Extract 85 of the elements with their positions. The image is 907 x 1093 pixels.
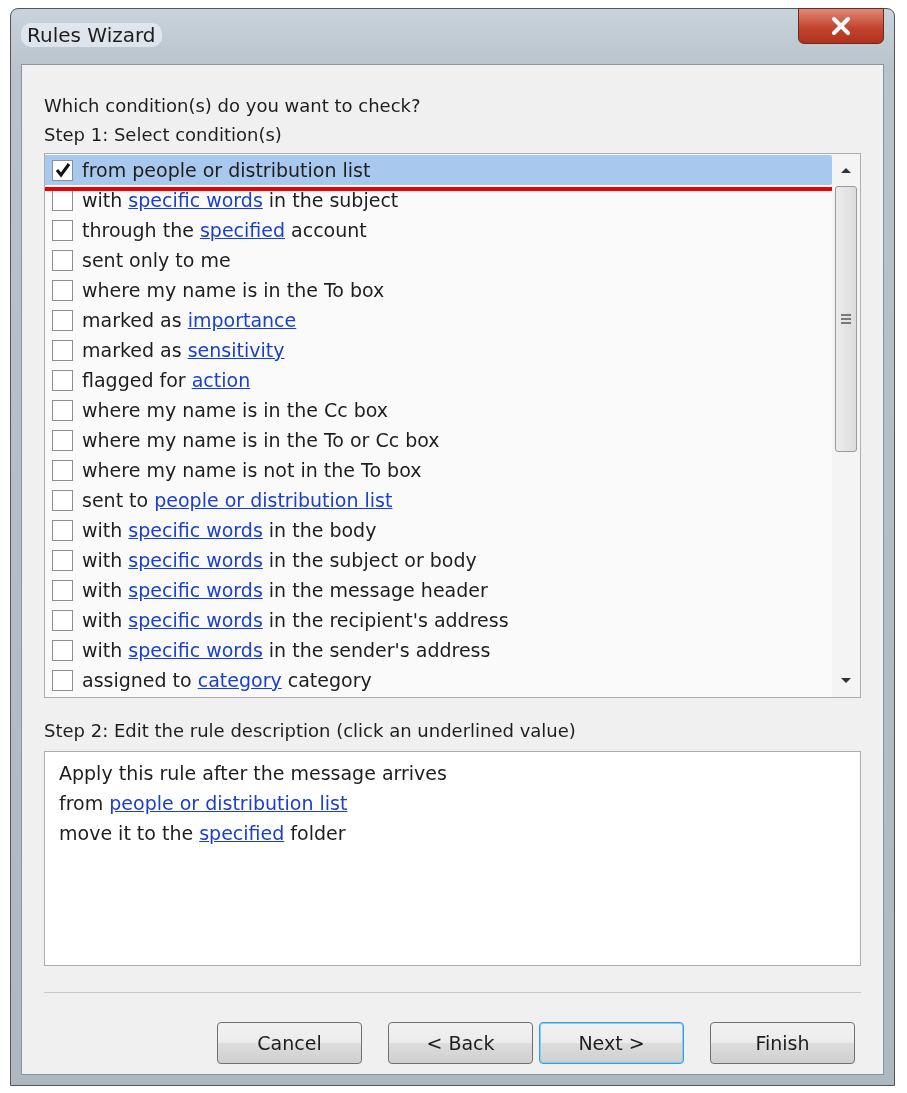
condition-item[interactable]: with specific words in the message header (49, 575, 832, 605)
checkbox[interactable] (52, 609, 73, 631)
scroll-thumb[interactable] (835, 186, 857, 452)
checkbox[interactable] (52, 459, 73, 481)
checkbox[interactable] (52, 429, 73, 451)
condition-item[interactable]: sent to people or distribution list (49, 485, 832, 515)
condition-item[interactable]: where my name is in the To box (49, 275, 832, 305)
description-line: move it to the specified folder (59, 821, 347, 846)
scroll-up-icon[interactable] (840, 166, 852, 174)
condition-item[interactable]: with specific words in the recipient's address (49, 605, 832, 635)
value-link[interactable]: specific words (128, 549, 263, 571)
condition-text: sent only to me (82, 249, 231, 271)
condition-text: with specific words in the subject or body (82, 549, 477, 571)
checkbox[interactable] (52, 219, 73, 241)
value-link[interactable]: action (191, 369, 251, 391)
scroll-down-icon[interactable] (840, 677, 852, 685)
condition-item[interactable]: with specific words in the subject or body (49, 545, 832, 575)
condition-text: with specific words in the subject (82, 189, 399, 211)
condition-item[interactable]: assigned to category category (49, 665, 832, 695)
condition-text: assigned to category category (82, 669, 372, 691)
condition-text: through the specified account (82, 219, 367, 241)
checkbox[interactable] (52, 159, 73, 181)
condition-text: where my name is in the To box (82, 279, 385, 301)
condition-text: flagged for action (82, 369, 251, 391)
checkbox[interactable] (52, 339, 73, 361)
condition-item[interactable]: through the specified account (49, 215, 832, 245)
checkbox[interactable] (52, 309, 73, 331)
condition-text: marked as sensitivity (82, 339, 285, 361)
condition-text: where my name is in the To or Cc box (82, 429, 440, 451)
close-button[interactable] (798, 8, 884, 44)
dialog-button[interactable]: Finish (710, 1022, 855, 1064)
checkbox[interactable] (52, 669, 73, 691)
dialog-button[interactable]: Cancel (217, 1022, 362, 1064)
value-link[interactable]: specific words (128, 189, 263, 211)
step-label: Step 2: Edit the rule description (click an underlined value) (44, 719, 577, 743)
condition-text: with specific words in the message header (82, 579, 488, 601)
checkbox[interactable] (52, 519, 73, 541)
checkbox[interactable] (52, 369, 73, 391)
grip-icon (840, 313, 852, 325)
window-title: Rules Wizard (21, 23, 162, 47)
condition-item[interactable]: flagged for action (49, 365, 832, 395)
value-link[interactable]: importance (187, 309, 297, 331)
dialog-button[interactable]: Next > (539, 1022, 684, 1064)
value-link[interactable]: specified (199, 219, 285, 241)
value-link[interactable]: specific words (128, 609, 263, 631)
checkbox[interactable] (52, 279, 73, 301)
condition-item[interactable]: where my name is in the To or Cc box (49, 425, 832, 455)
value-link[interactable]: people or distribution list (154, 489, 393, 511)
value-link[interactable]: specific words (128, 579, 263, 601)
condition-text: marked as importance (82, 309, 297, 331)
value-link[interactable]: category (197, 669, 282, 691)
description-line: from people or distribution list (59, 791, 349, 816)
checkbox[interactable] (52, 579, 73, 601)
condition-item[interactable]: marked as importance (49, 305, 832, 335)
condition-item[interactable]: with specific words in the sender's address (49, 635, 832, 665)
close-icon (830, 16, 852, 36)
checkbox[interactable] (52, 189, 73, 211)
condition-item[interactable]: with specific words in the subject (49, 185, 832, 215)
condition-text: from people or distribution list (82, 159, 371, 181)
value-link[interactable]: people or distribution list (109, 792, 348, 814)
condition-item[interactable]: with specific words in the body (49, 515, 832, 545)
checkbox[interactable] (52, 399, 73, 421)
condition-item[interactable]: marked as sensitivity (49, 335, 832, 365)
value-link[interactable]: specified (199, 822, 285, 844)
condition-item[interactable]: where my name is in the Cc box (49, 395, 832, 425)
value-link[interactable]: sensitivity (187, 339, 285, 361)
condition-text: with specific words in the sender's address (82, 639, 491, 661)
checkbox[interactable] (52, 639, 73, 661)
description-line: Apply this rule after the message arrives (59, 761, 448, 786)
condition-item[interactable]: where my name is not in the To box (49, 455, 832, 485)
dialog-button[interactable]: < Back (388, 1022, 533, 1064)
checkbox[interactable] (52, 249, 73, 271)
condition-text: where my name is not in the To box (82, 459, 422, 481)
step-label: Step 1: Select condition(s) (44, 123, 283, 147)
value-link[interactable]: specific words (128, 519, 263, 541)
condition-text: where my name is in the Cc box (82, 399, 388, 421)
checkbox[interactable] (52, 489, 73, 511)
condition-text: sent to people or distribution list (82, 489, 393, 511)
condition-text: with specific words in the recipient's address (82, 609, 509, 631)
scrollbar[interactable] (832, 154, 860, 697)
condition-text: with specific words in the body (82, 519, 377, 541)
checkbox[interactable] (52, 549, 73, 571)
condition-item[interactable]: sent only to me (49, 245, 832, 275)
value-link[interactable]: specific words (128, 639, 263, 661)
question-label: Which condition(s) do you want to check? (44, 94, 422, 118)
